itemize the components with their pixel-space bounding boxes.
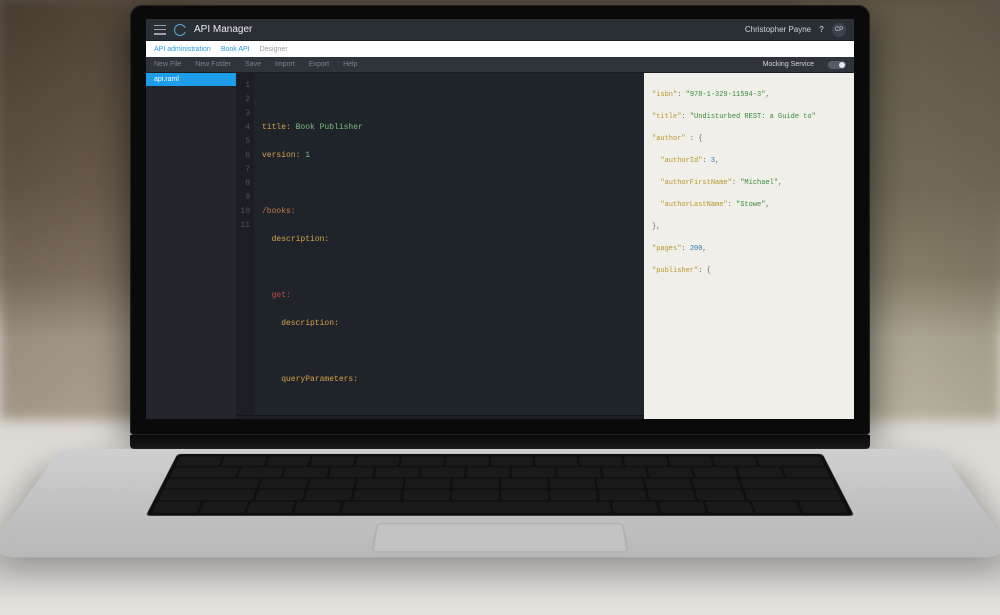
line-gutter: 1 2 3 4 5 6 7 8 9 10 11	[236, 73, 254, 415]
app-logo-icon	[174, 24, 186, 36]
save-button[interactable]: Save	[245, 61, 261, 68]
laptop-hinge	[130, 435, 870, 449]
breadcrumb-book-api[interactable]: Book API	[221, 46, 250, 53]
app-window: API Manager Christopher Payne ? CP API a…	[146, 19, 854, 419]
user-name[interactable]: Christopher Payne	[745, 25, 811, 34]
code-editor[interactable]: 1 2 3 4 5 6 7 8 9 10 11 title: B	[236, 73, 644, 415]
workspace: api.raml 1 2 3 4 5 6 7 8 9	[146, 73, 854, 419]
export-button[interactable]: Export	[309, 61, 329, 68]
code-line: description:	[262, 233, 363, 247]
code-line: version: 1	[262, 149, 363, 163]
breadcrumb-api-admin[interactable]: API administration	[154, 46, 211, 53]
code-line	[262, 93, 363, 107]
code-line: title: Book Publisher	[262, 121, 363, 135]
toolbar: New File New Folder Save Import Export H…	[146, 57, 854, 73]
code-line	[262, 177, 363, 191]
line-num: 5	[236, 135, 250, 149]
help-icon[interactable]: ?	[819, 25, 824, 34]
code-line: description:	[262, 317, 363, 331]
import-button[interactable]: Import	[275, 61, 295, 68]
keyboard	[146, 454, 854, 516]
app-title: API Manager	[194, 24, 252, 35]
code-line: /books:	[262, 205, 363, 219]
new-folder-button[interactable]: New Folder	[195, 61, 231, 68]
line-num: 2	[236, 93, 250, 107]
file-sidebar: api.raml	[146, 73, 236, 419]
line-num: 6	[236, 149, 250, 163]
mocking-service-label: Mocking Service	[763, 61, 814, 68]
suggestion-shelf: ROOT (1) protocols PARAMETERS (2) baseUr…	[236, 415, 644, 419]
line-num: 8	[236, 177, 250, 191]
code-line: get:	[262, 289, 363, 303]
screen-bezel: API Manager Christopher Payne ? CP API a…	[130, 5, 870, 435]
sidebar-file-api-raml[interactable]: api.raml	[146, 73, 236, 86]
code-line	[262, 261, 363, 275]
breadcrumb-designer: Designer	[260, 46, 288, 53]
line-num: 11	[236, 219, 250, 233]
code-line	[262, 345, 363, 359]
editor-column: 1 2 3 4 5 6 7 8 9 10 11 title: B	[236, 73, 644, 419]
hamburger-icon[interactable]	[154, 25, 166, 35]
line-num: 9	[236, 191, 250, 205]
topbar: API Manager Christopher Payne ? CP	[146, 19, 854, 41]
laptop-deck	[0, 449, 1000, 557]
json-preview-pane[interactable]: "isbn": "978-1-329-11594-3", "title": "U…	[644, 73, 854, 419]
laptop-frame: API Manager Christopher Payne ? CP API a…	[130, 5, 870, 599]
line-num: 4	[236, 121, 250, 135]
line-num: 3	[236, 107, 250, 121]
line-num: 10	[236, 205, 250, 219]
code-line: queryParameters:	[262, 373, 363, 387]
new-file-button[interactable]: New File	[154, 61, 181, 68]
code-content[interactable]: title: Book Publisher version: 1 /books:…	[254, 73, 371, 415]
trackpad	[372, 523, 628, 552]
mocking-toggle[interactable]	[828, 61, 846, 69]
help-button[interactable]: Help	[343, 61, 357, 68]
breadcrumb: API administration Book API Designer	[146, 41, 854, 57]
avatar[interactable]: CP	[832, 23, 846, 37]
line-num: 1	[236, 79, 250, 93]
line-num: 7	[236, 163, 250, 177]
